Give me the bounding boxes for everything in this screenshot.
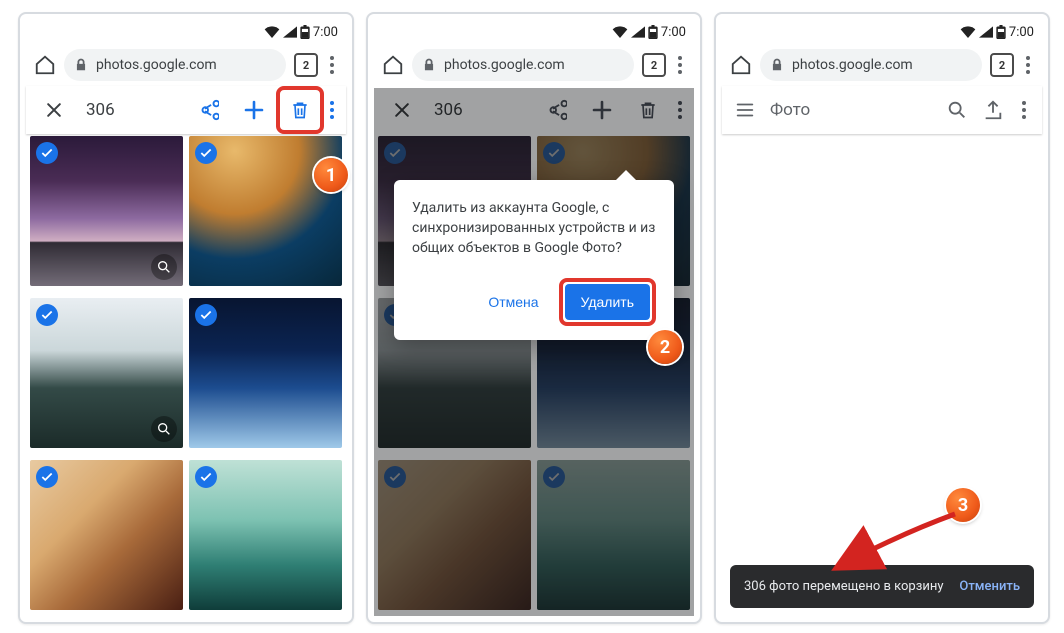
lock-icon [770,58,784,72]
snackbar-message: 306 фото перемещено в корзину [744,579,943,594]
step-badge-3: 3 [946,488,980,522]
battery-icon [300,25,310,39]
selection-check-icon [36,466,58,488]
step-badge-2: 2 [648,330,682,364]
tabs-button[interactable]: 2 [642,53,666,77]
cancel-button[interactable]: Отмена [478,286,548,318]
status-time: 7:00 [1009,25,1034,40]
browser-menu-icon[interactable] [674,52,686,78]
selection-check-icon [195,304,217,326]
url-text: photos.google.com [96,57,217,73]
overflow-menu-icon[interactable] [1018,97,1030,123]
signal-icon [283,26,297,38]
status-bar: 7:00 [26,20,346,44]
highlight-ring: Удалить [559,278,656,326]
status-time: 7:00 [313,25,338,40]
share-icon [197,99,219,121]
url-text: photos.google.com [792,57,913,73]
lock-icon [422,58,436,72]
wifi-icon [612,26,628,38]
photo-thumb[interactable] [189,298,342,448]
zoom-icon[interactable] [151,416,177,442]
status-time: 7:00 [661,25,686,40]
snackbar-undo-button[interactable]: Отменить [959,579,1020,594]
zoom-icon[interactable] [151,254,177,280]
photo-grid [30,136,342,616]
url-pill[interactable]: photos.google.com [760,49,982,81]
home-icon[interactable] [34,54,56,76]
wifi-icon [264,26,280,38]
browser-menu-icon[interactable] [326,52,338,78]
selection-check-icon [195,466,217,488]
highlight-ring [276,86,324,134]
delete-button[interactable] [280,90,320,130]
home-icon[interactable] [382,54,404,76]
lock-icon [74,58,88,72]
modal-scrim [374,88,694,616]
photo-thumb[interactable] [189,136,342,286]
selection-count: 306 [86,100,115,120]
share-button[interactable] [188,90,228,130]
url-text: photos.google.com [444,57,565,73]
tabs-button[interactable]: 2 [294,53,318,77]
close-selection-button[interactable] [34,90,74,130]
hamburger-icon[interactable] [734,99,756,121]
photo-thumb[interactable] [189,460,342,610]
step-badge-1: 1 [314,158,348,192]
status-bar: 7:00 [722,20,1042,44]
phone-screen-2: 7:00 photos.google.com 2 306 Удалить из … [366,12,702,624]
status-bar: 7:00 [374,20,694,44]
overflow-menu-icon[interactable] [326,97,338,123]
app-title: Фото [770,100,810,120]
signal-icon [979,26,993,38]
browser-address-bar: photos.google.com 2 [722,44,1042,86]
photo-thumb[interactable] [30,460,183,610]
app-bar: Фото [722,86,1042,134]
browser-menu-icon[interactable] [1022,52,1034,78]
photo-thumb[interactable] [30,298,183,448]
battery-icon [648,25,658,39]
upload-icon[interactable] [982,99,1004,121]
snackbar: 306 фото перемещено в корзину Отменить [730,565,1034,608]
home-icon[interactable] [730,54,752,76]
selection-check-icon [195,142,217,164]
url-pill[interactable]: photos.google.com [412,49,634,81]
close-icon [44,100,64,120]
phone-screen-3: 7:00 photos.google.com 2 Фото 306 фото п… [714,12,1050,624]
browser-address-bar: photos.google.com 2 [374,44,694,86]
battery-icon [996,25,1006,39]
signal-icon [631,26,645,38]
search-icon[interactable] [946,99,968,121]
phone-screen-1: 7:00 photos.google.com 2 306 [18,12,354,624]
tabs-button[interactable]: 2 [990,53,1014,77]
photo-thumb[interactable] [30,136,183,286]
delete-confirmation-dialog: Удалить из аккаунта Google, с синхронизи… [394,180,674,340]
selection-check-icon [36,142,58,164]
confirm-delete-button[interactable]: Удалить [565,284,650,320]
dialog-message: Удалить из аккаунта Google, с синхронизи… [412,198,656,258]
selection-toolbar: 306 [26,86,346,134]
wifi-icon [960,26,976,38]
url-pill[interactable]: photos.google.com [64,49,286,81]
browser-address-bar: photos.google.com 2 [26,44,346,86]
add-button[interactable] [234,90,274,130]
plus-icon [242,98,266,122]
selection-check-icon [36,304,58,326]
